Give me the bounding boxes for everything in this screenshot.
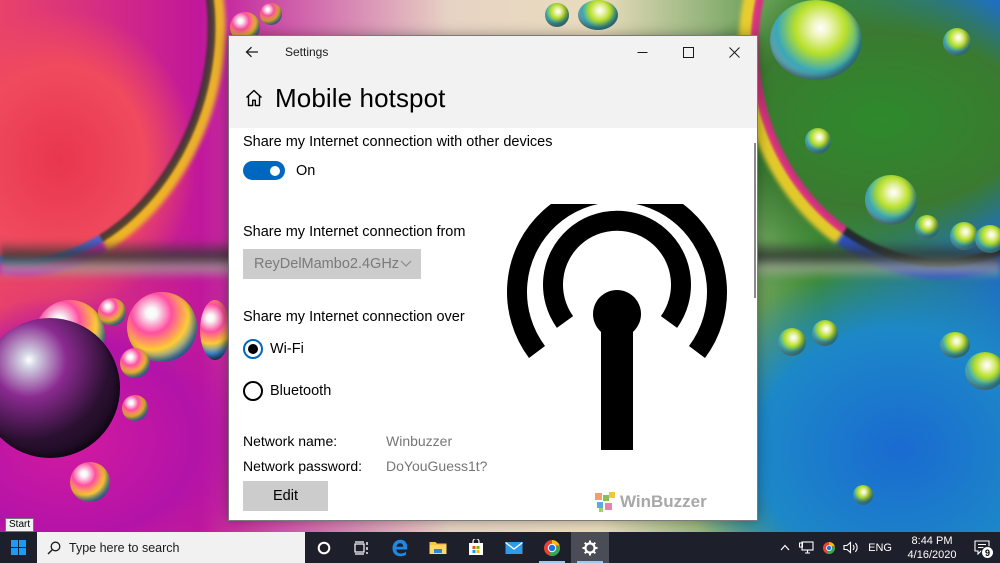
settings-taskbar-button[interactable]: [571, 532, 609, 563]
wallpaper-bubble: [200, 300, 230, 360]
antenna-mast: [601, 314, 633, 450]
close-icon: [728, 46, 740, 58]
network-name-label: Network name:: [243, 433, 338, 449]
wallpaper-bubble: [943, 28, 971, 56]
winbuzzer-watermark: WinBuzzer: [593, 491, 707, 513]
taskbar-clock[interactable]: 8:44 PM 4/16/2020: [900, 534, 964, 562]
taskbar: Type here to search ENG 8:44 PM 4/16/202…: [0, 532, 1000, 563]
toggle-state-label: On: [296, 163, 316, 179]
window-controls: [619, 36, 757, 68]
hotspot-broadcast-icon: [507, 204, 727, 450]
network-password-label: Network password:: [243, 458, 363, 474]
browser-tray-button[interactable]: [818, 532, 840, 563]
winbuzzer-logo-icon: [595, 492, 615, 512]
radio-wifi[interactable]: [243, 339, 263, 359]
volume-icon: [843, 541, 858, 554]
home-button[interactable]: [244, 88, 264, 108]
chevron-up-icon: [780, 544, 790, 551]
start-tooltip: Start: [5, 518, 35, 532]
edge-button[interactable]: [381, 532, 419, 563]
network-icon: [799, 541, 814, 554]
wallpaper-bubble: [965, 352, 1000, 390]
wallpaper-bubble: [865, 175, 917, 225]
arrow-left-icon: [245, 46, 258, 58]
system-tray: ENG 8:44 PM 4/16/2020 9: [774, 532, 1000, 563]
volume-tray-button[interactable]: [840, 532, 862, 563]
search-icon: [47, 541, 61, 554]
action-center-button[interactable]: 9: [964, 532, 1000, 563]
wallpaper-bubble: [805, 128, 831, 154]
share-connection-label: Share my Internet connection with other …: [243, 134, 553, 150]
chevron-down-icon: [400, 260, 412, 267]
browser-icon: [544, 539, 560, 556]
minimize-icon: [637, 51, 647, 53]
network-name-value: Winbuzzer: [386, 433, 453, 449]
wallpaper-bubble: [122, 395, 148, 421]
wallpaper-bubble: [915, 215, 939, 239]
edge-icon: [392, 539, 408, 556]
task-view-icon: [354, 540, 368, 555]
page-title: Mobile hotspot: [275, 82, 446, 113]
radio-wifi-label[interactable]: Wi-Fi: [270, 341, 304, 357]
radio-bluetooth-label[interactable]: Bluetooth: [270, 383, 331, 399]
network-tray-button[interactable]: [796, 532, 818, 563]
watermark-text: WinBuzzer: [620, 492, 707, 511]
maximize-button[interactable]: [665, 36, 711, 68]
mail-icon: [505, 541, 523, 554]
folder-icon: [429, 542, 447, 554]
wallpaper-bubble: [260, 3, 282, 25]
windows-logo-icon: [11, 540, 26, 555]
taskbar-search-box[interactable]: Type here to search: [37, 532, 305, 563]
app-title: Settings: [285, 45, 329, 59]
browser-button[interactable]: [533, 532, 571, 563]
share-over-label: Share my Internet connection over: [243, 309, 465, 325]
clock-time: 8:44 PM: [911, 534, 953, 547]
clock-date: 4/16/2020: [907, 548, 957, 561]
browser-tray-icon: [823, 541, 836, 554]
mail-button[interactable]: [495, 532, 533, 563]
store-button[interactable]: [457, 532, 495, 563]
wallpaper-bubble: [120, 348, 150, 378]
wallpaper-bubble: [70, 462, 110, 502]
task-view-button[interactable]: [343, 532, 381, 563]
maximize-icon: [682, 46, 694, 58]
notification-count-badge: 9: [981, 546, 994, 559]
title-bar: Settings: [229, 36, 757, 68]
share-from-dropdown[interactable]: ReyDelMambo2.4GHz: [243, 249, 421, 279]
gear-icon: [582, 540, 598, 555]
wallpaper-bubble: [578, 0, 618, 30]
wallpaper-bubble: [778, 328, 806, 356]
search-placeholder: Type here to search: [69, 540, 180, 555]
minimize-button[interactable]: [619, 36, 665, 68]
wallpaper-bubble: [940, 332, 970, 358]
share-from-selected: ReyDelMambo2.4GHz: [254, 256, 400, 272]
cortana-icon: [317, 541, 331, 554]
share-from-label: Share my Internet connection from: [243, 224, 466, 240]
wallpaper-bubble: [853, 485, 873, 505]
wallpaper-bubble: [975, 225, 1000, 253]
cortana-button[interactable]: [305, 532, 343, 563]
network-password-value: DoYouGuess1t?: [386, 458, 488, 474]
file-explorer-button[interactable]: [419, 532, 457, 563]
page-header: Mobile hotspot: [229, 68, 757, 128]
wallpaper-bubble: [98, 298, 126, 326]
radio-bluetooth[interactable]: [243, 381, 263, 401]
home-icon: [246, 89, 262, 107]
back-button[interactable]: [229, 36, 275, 68]
scrollbar[interactable]: [754, 143, 756, 298]
wallpaper-bubble: [950, 222, 978, 250]
edit-button[interactable]: Edit: [243, 481, 328, 511]
share-connection-toggle[interactable]: [243, 161, 285, 180]
wallpaper-bubble: [770, 0, 862, 80]
input-language-indicator[interactable]: ENG: [868, 542, 892, 554]
wallpaper-bubble: [545, 3, 569, 27]
start-button[interactable]: [0, 532, 37, 563]
wallpaper-bubble: [812, 320, 838, 346]
show-hidden-icons-button[interactable]: [774, 532, 796, 563]
close-button[interactable]: [711, 36, 757, 68]
store-icon: [469, 539, 483, 555]
